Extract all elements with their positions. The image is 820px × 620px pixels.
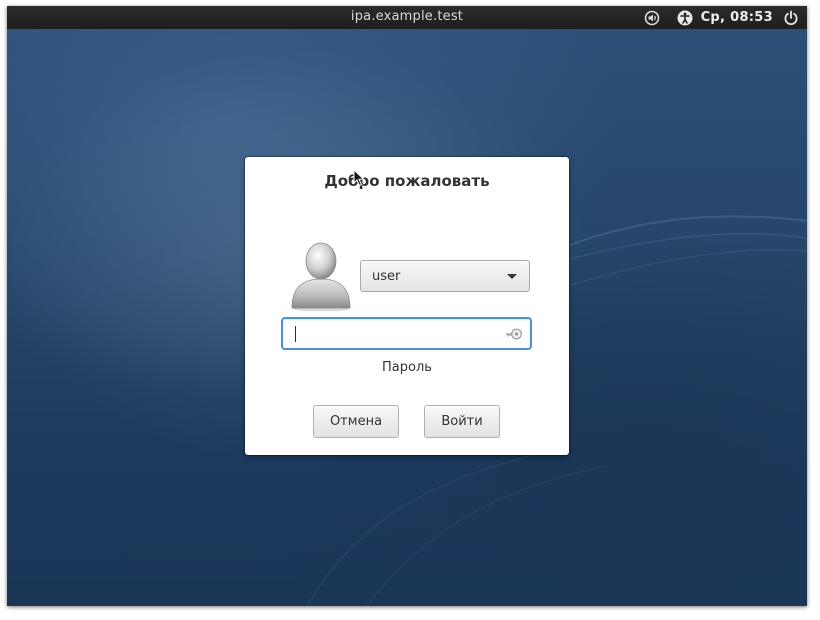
mouse-pointer-icon bbox=[353, 169, 365, 187]
clock[interactable]: Ср, 08:53 bbox=[701, 10, 773, 25]
password-input[interactable] bbox=[281, 317, 532, 350]
cancel-button[interactable]: Отмена bbox=[313, 405, 399, 438]
sound-icon[interactable] bbox=[644, 10, 660, 26]
key-icon bbox=[506, 328, 522, 340]
login-screen: ipa.example.test Ср, 08:53 Добро пожалов… bbox=[7, 6, 807, 606]
user-avatar-icon bbox=[291, 242, 351, 311]
accessibility-icon[interactable] bbox=[677, 10, 693, 26]
chevron-down-icon bbox=[507, 274, 517, 279]
user-select[interactable]: user bbox=[360, 260, 530, 292]
dialog-title: Добро пожаловать bbox=[324, 172, 490, 190]
status-area[interactable]: Ср, 08:53 bbox=[644, 8, 799, 27]
login-dialog: Добро пожаловать user Пароль Отмена Войт… bbox=[245, 157, 569, 455]
text-caret bbox=[295, 326, 296, 342]
password-label: Пароль bbox=[382, 360, 432, 375]
top-bar: ipa.example.test Ср, 08:53 bbox=[7, 6, 807, 29]
login-button[interactable]: Войти bbox=[424, 405, 500, 438]
power-icon[interactable] bbox=[783, 10, 799, 26]
user-select-value: user bbox=[372, 268, 401, 284]
